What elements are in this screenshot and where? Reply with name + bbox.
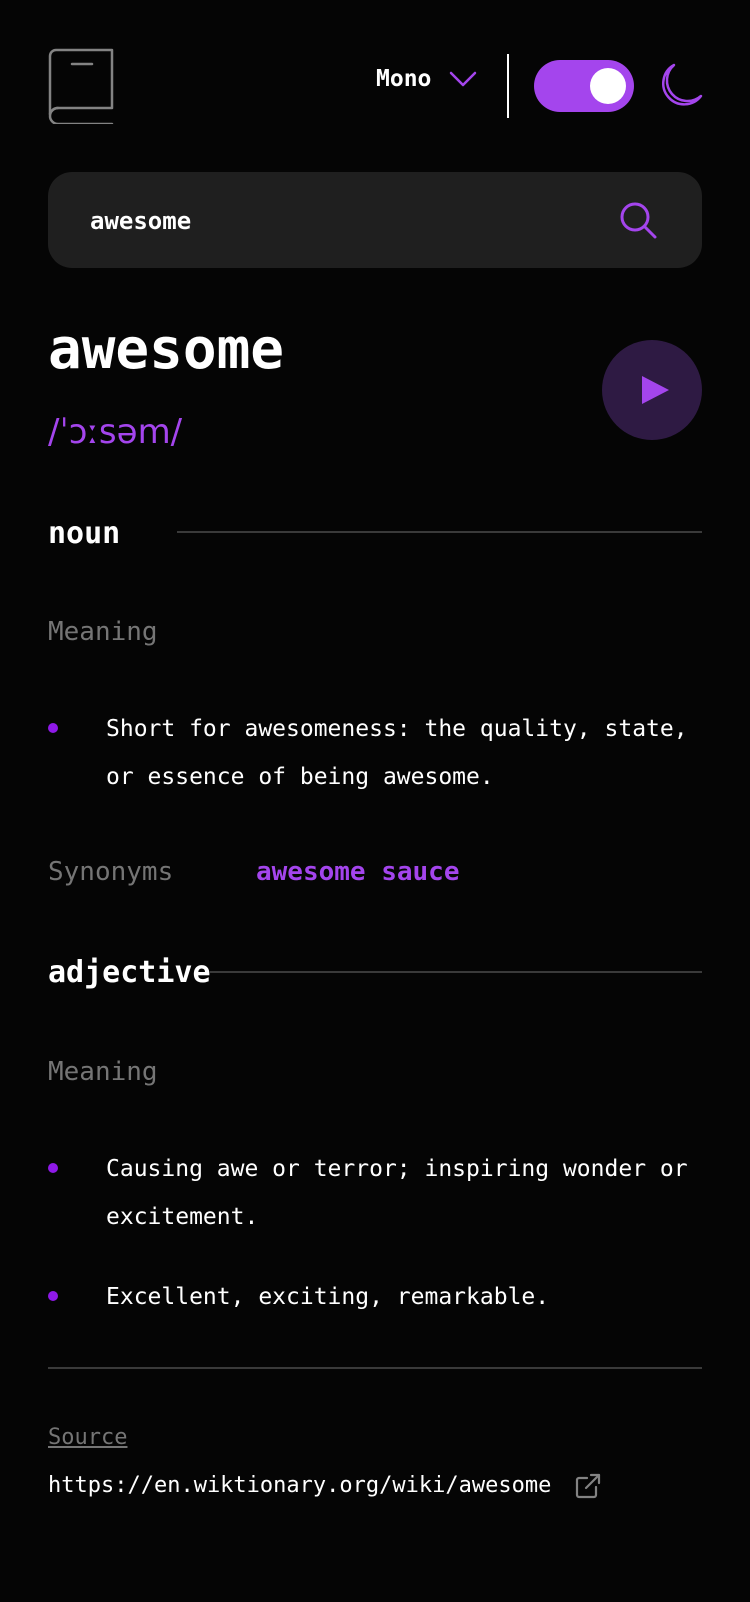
search-icon[interactable]	[618, 200, 658, 240]
bullet	[48, 723, 58, 733]
source-url-text: https://en.wiktionary.org/wiki/awesome	[48, 1473, 552, 1498]
search-bar	[48, 172, 702, 270]
definition-text: Excellent, exciting, remarkable.	[106, 1284, 550, 1310]
font-selector-label: Mono	[376, 66, 432, 92]
play-icon	[642, 376, 669, 404]
definition-text: Causing awe or terror; inspiring wonder …	[106, 1156, 688, 1230]
theme-toggle[interactable]	[534, 60, 634, 112]
part-of-speech-noun: noun	[48, 516, 121, 551]
word-title: awesome	[48, 317, 285, 382]
phonetic-text: /ˈɔːsəm/	[48, 412, 183, 452]
chevron-down-icon	[450, 71, 477, 87]
search-input[interactable]	[88, 172, 592, 270]
source-label: Source	[48, 1425, 128, 1450]
section-divider	[210, 971, 702, 973]
meaning-label: Meaning	[48, 617, 158, 647]
header-divider	[507, 54, 509, 118]
theme-toggle-knob	[590, 68, 626, 104]
meaning-label: Meaning	[48, 1057, 158, 1087]
moon-icon	[656, 62, 704, 110]
definition-text: Short for awesomeness: the quality, stat…	[106, 716, 688, 790]
book-logo-icon	[48, 48, 116, 126]
source-link[interactable]: https://en.wiktionary.org/wiki/awesome	[48, 1472, 601, 1500]
synonym-link[interactable]: awesome sauce	[256, 856, 460, 888]
part-of-speech-adjective: adjective	[48, 955, 211, 990]
play-button[interactable]	[602, 340, 702, 440]
bullet	[48, 1291, 58, 1301]
font-selector[interactable]: Mono	[376, 66, 477, 92]
synonyms-label: Synonyms	[48, 857, 174, 887]
bullet	[48, 1163, 58, 1173]
section-divider	[177, 531, 702, 533]
external-link-icon	[576, 1473, 601, 1499]
footer-divider	[48, 1367, 702, 1369]
